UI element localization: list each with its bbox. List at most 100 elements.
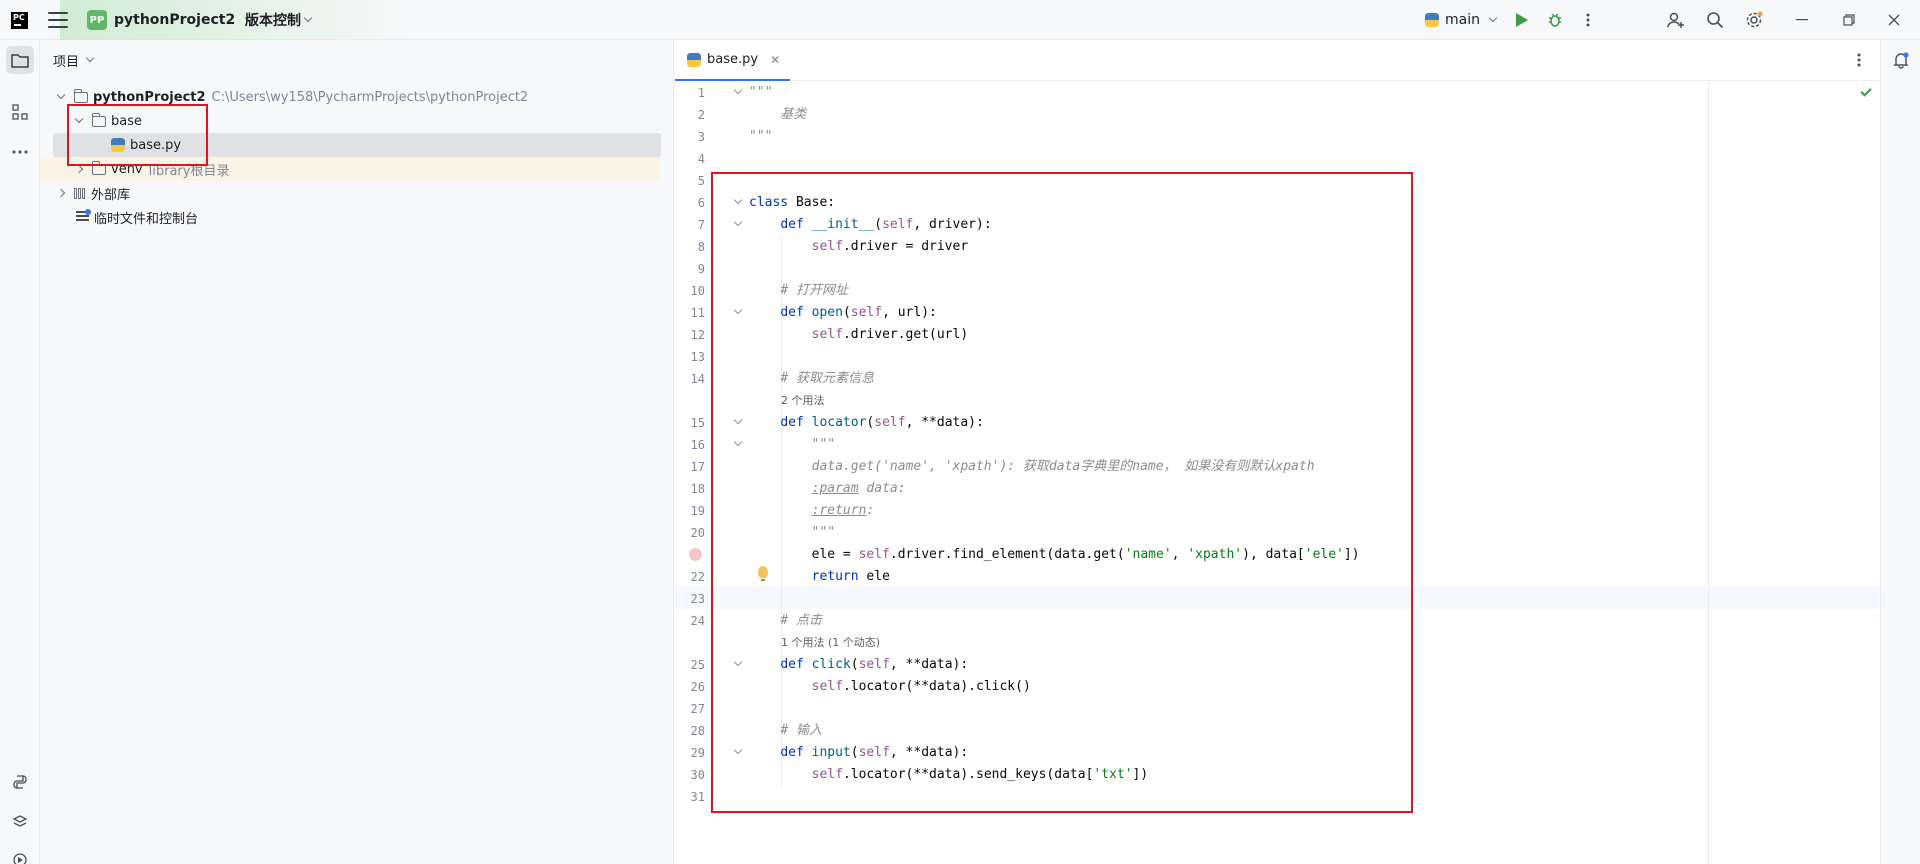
settings-icon[interactable] bbox=[1744, 10, 1764, 30]
code-line-26: self.locator(**data).click() bbox=[811, 679, 1031, 694]
line-number: 23 bbox=[690, 592, 705, 606]
chevron-down-icon bbox=[1488, 13, 1498, 23]
line-number: 27 bbox=[690, 702, 705, 716]
line-number: 16 bbox=[690, 438, 705, 452]
folder-icon bbox=[91, 112, 106, 127]
fold-icon[interactable] bbox=[733, 195, 743, 205]
expand-arrow-icon[interactable] bbox=[56, 90, 66, 100]
code-line-17: data.get('name', 'xpath'): 获取data字典里的nam… bbox=[811, 459, 1315, 474]
code-line-25: def click(self, **data): bbox=[780, 657, 969, 672]
caret-line-highlight bbox=[675, 587, 1880, 609]
fold-icon[interactable] bbox=[733, 217, 743, 227]
search-icon[interactable] bbox=[1705, 10, 1725, 30]
add-user-icon[interactable] bbox=[1666, 10, 1686, 30]
right-margin-guide bbox=[1708, 82, 1709, 864]
code-line-28: # 输入 bbox=[780, 723, 822, 738]
breakpoint-icon[interactable] bbox=[689, 548, 702, 561]
line-gutter[interactable]: 1 2 3 4 5 6 7 8 9 10 11 12 13 14 15 16 1… bbox=[675, 82, 745, 864]
line-number: 5 bbox=[697, 174, 705, 188]
code-editor[interactable]: 1 2 3 4 5 6 7 8 9 10 11 12 13 14 15 16 1… bbox=[675, 82, 1880, 864]
line-number: 9 bbox=[697, 262, 705, 276]
tab-more-icon[interactable] bbox=[1857, 52, 1861, 72]
title-bar: PC PP pythonProject2 版本控制 main bbox=[0, 0, 1920, 40]
tree-item-label: base.py bbox=[130, 137, 182, 153]
left-tool-strip bbox=[0, 40, 40, 864]
tree-item-external-libraries[interactable]: 外部库 bbox=[40, 181, 660, 205]
collapse-arrow-icon[interactable] bbox=[56, 188, 66, 198]
code-line-19: :return: bbox=[811, 503, 875, 518]
python-file-icon bbox=[111, 138, 125, 152]
code-line-29: def input(self, **data): bbox=[780, 745, 969, 760]
project-name: pythonProject2 bbox=[114, 12, 236, 28]
python-icon bbox=[1425, 13, 1439, 27]
code-line-20: """ bbox=[811, 525, 836, 540]
vcs-label: 版本控制 bbox=[245, 13, 301, 29]
python-console-icon[interactable] bbox=[6, 768, 34, 796]
tree-item-path: library根目录 bbox=[148, 163, 230, 179]
collapse-arrow-icon[interactable] bbox=[74, 164, 84, 174]
line-number: 22 bbox=[690, 570, 705, 584]
line-number: 17 bbox=[690, 460, 705, 474]
code-line-8: self.driver = driver bbox=[811, 239, 969, 254]
tree-item-base-folder[interactable]: base bbox=[40, 109, 660, 133]
layers-icon[interactable] bbox=[6, 808, 34, 836]
chevron-down-icon bbox=[303, 13, 313, 23]
line-number: 10 bbox=[690, 284, 705, 298]
tree-item-label: 临时文件和控制台 bbox=[94, 211, 199, 227]
close-icon[interactable] bbox=[1884, 10, 1904, 30]
minimize-icon[interactable] bbox=[1792, 10, 1812, 30]
tree-item-project-root[interactable]: pythonProject2 C:\Users\wy158\PycharmPro… bbox=[40, 85, 660, 109]
branch-switcher[interactable]: main bbox=[1425, 9, 1498, 31]
pycharm-logo[interactable]: PC bbox=[11, 12, 28, 29]
main-menu-icon[interactable] bbox=[48, 12, 68, 28]
line-number: 12 bbox=[690, 328, 705, 342]
fold-icon[interactable] bbox=[733, 657, 743, 667]
more-tools-icon[interactable] bbox=[6, 138, 34, 166]
tree-item-label: 外部库 bbox=[91, 187, 131, 203]
project-switcher[interactable]: PP pythonProject2 bbox=[87, 9, 254, 31]
tree-item-venv[interactable]: venv library根目录 bbox=[40, 157, 660, 181]
line-number: 29 bbox=[690, 746, 705, 760]
tree-item-scratches[interactable]: 临时文件和控制台 bbox=[40, 205, 660, 229]
structure-icon[interactable] bbox=[6, 98, 34, 126]
notifications-icon[interactable] bbox=[1887, 46, 1915, 74]
project-folder-icon[interactable] bbox=[6, 46, 34, 74]
usages-hint[interactable]: 2 个用法 bbox=[781, 391, 825, 411]
expand-arrow-icon[interactable] bbox=[74, 114, 84, 124]
fold-icon[interactable] bbox=[733, 415, 743, 425]
tab-base-py[interactable]: base.py ✕ bbox=[675, 40, 790, 81]
code-line-11: def open(self, url): bbox=[780, 305, 937, 320]
restore-icon[interactable] bbox=[1839, 10, 1859, 30]
fold-icon[interactable] bbox=[733, 437, 743, 447]
fold-icon[interactable] bbox=[733, 85, 743, 95]
code-line-12: self.driver.get(url) bbox=[811, 327, 969, 342]
debug-icon[interactable] bbox=[1545, 10, 1565, 30]
no-problems-check-icon[interactable] bbox=[1860, 85, 1872, 97]
line-number: 20 bbox=[690, 526, 705, 540]
tree-item-label: pythonProject2 bbox=[93, 89, 206, 105]
run-icon[interactable] bbox=[1512, 10, 1532, 30]
line-number: 2 bbox=[697, 108, 705, 122]
tree-item-path: C:\Users\wy158\PycharmProjects\pythonPro… bbox=[211, 89, 529, 105]
more-actions-icon[interactable] bbox=[1578, 10, 1598, 30]
code-line-3: """ bbox=[749, 129, 773, 144]
code-line-21: ele = self.driver.find_element(data.get(… bbox=[749, 547, 1360, 562]
fold-icon[interactable] bbox=[733, 305, 743, 315]
line-number: 26 bbox=[690, 680, 705, 694]
line-number: 3 bbox=[697, 130, 705, 144]
close-tab-icon[interactable]: ✕ bbox=[770, 53, 780, 67]
tree-item-base-py[interactable]: base.py bbox=[53, 133, 661, 157]
branch-name: main bbox=[1445, 12, 1480, 28]
code-line-24: # 点击 bbox=[780, 613, 822, 628]
line-number: 13 bbox=[690, 350, 705, 364]
line-number: 28 bbox=[690, 724, 705, 738]
code-line-18: :param data: bbox=[811, 481, 906, 496]
vcs-menu[interactable]: 版本控制 bbox=[245, 9, 313, 31]
right-tool-strip bbox=[1880, 40, 1920, 864]
line-number: 8 bbox=[697, 240, 705, 254]
usages-hint[interactable]: 1 个用法 (1 个动态) bbox=[781, 633, 880, 653]
fold-icon[interactable] bbox=[733, 745, 743, 755]
code-line-10: # 打开网址 bbox=[780, 283, 848, 298]
project-panel-header[interactable]: 项目 bbox=[53, 50, 95, 70]
services-icon[interactable] bbox=[6, 846, 34, 864]
